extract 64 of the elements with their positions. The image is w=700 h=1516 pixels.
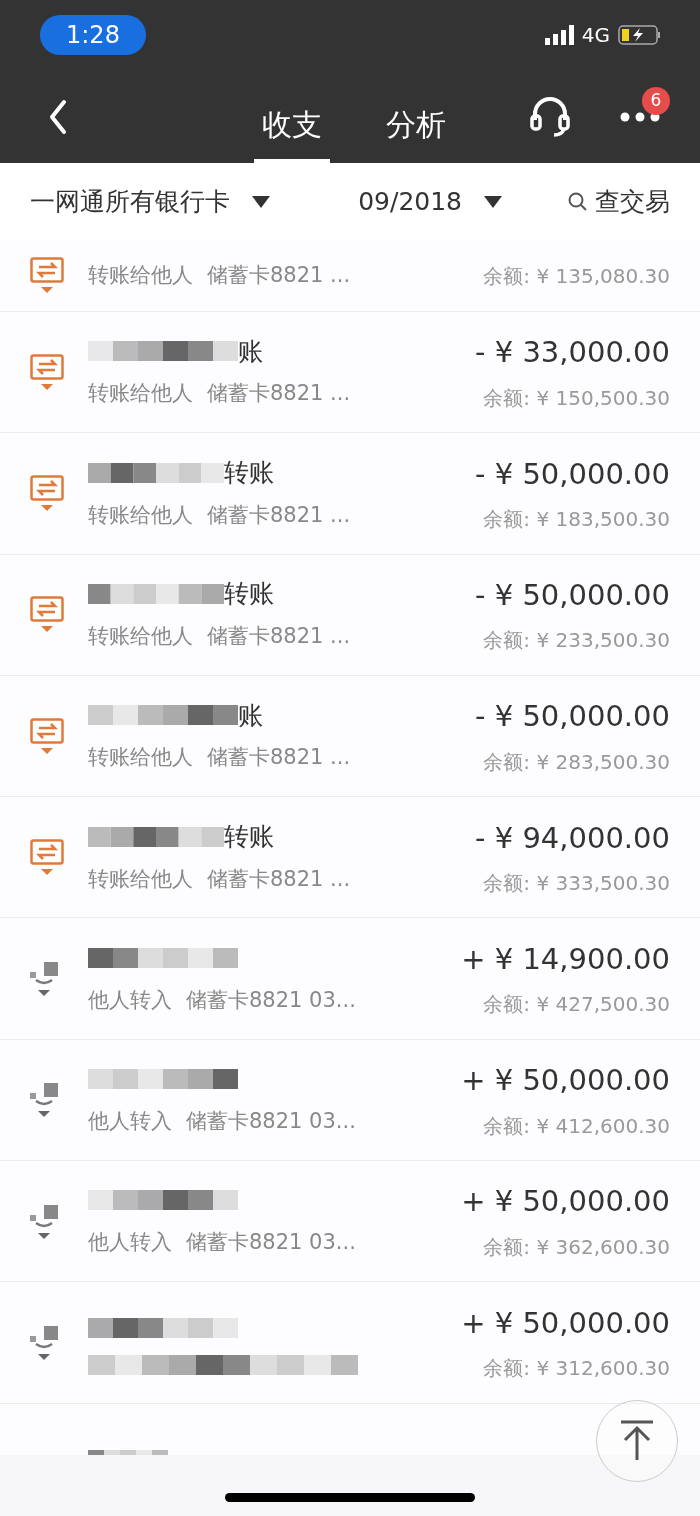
transaction-type: 他人转入 bbox=[88, 1108, 172, 1136]
transfer-icon bbox=[30, 596, 64, 634]
balance-label: 余额: ¥ 312,600.30 bbox=[483, 1355, 670, 1383]
caret-icon bbox=[252, 195, 270, 208]
balance-label: 余额: ¥ 283,500.30 bbox=[483, 748, 670, 776]
headset-icon[interactable] bbox=[530, 95, 570, 138]
transaction-amount: - ¥ 50,000.00 bbox=[475, 577, 670, 614]
search-button[interactable]: 查交易 bbox=[568, 182, 670, 221]
transaction-amount: + ¥ 14,900.00 bbox=[461, 940, 670, 978]
transaction-type: 转账给他人 bbox=[88, 261, 193, 289]
balance-label: 余额: ¥ 362,600.30 bbox=[483, 1233, 670, 1261]
balance-label: 余额: ¥ 412,600.30 bbox=[483, 1112, 670, 1140]
transaction-title: 转账 bbox=[224, 456, 274, 489]
transaction-title: 账 bbox=[238, 699, 263, 732]
transaction-title: 转账 bbox=[224, 578, 274, 611]
card-label: 储蓄卡8821 03... bbox=[186, 1108, 356, 1136]
card-label: 储蓄卡8821 ... bbox=[207, 744, 351, 772]
balance-label: 余额: ¥ 135,080.30 bbox=[483, 262, 670, 290]
transaction-type: 转账给他人 bbox=[88, 865, 193, 893]
more-icon[interactable] bbox=[620, 111, 660, 123]
transaction-amount: + ¥ 50,000.00 bbox=[461, 1183, 670, 1221]
balance-label: 余额: ¥ 233,500.30 bbox=[483, 627, 670, 655]
signal-icon bbox=[544, 25, 574, 45]
transfer-icon bbox=[30, 838, 64, 876]
transaction-title: 账 bbox=[238, 335, 263, 368]
card-label: 储蓄卡8821 ... bbox=[207, 380, 351, 408]
transaction-type: 他人转入 bbox=[88, 986, 172, 1014]
account-dropdown[interactable]: 一网通所有银行卡 bbox=[30, 182, 270, 221]
arrow-up-icon bbox=[619, 1420, 655, 1462]
transfer-icon bbox=[30, 717, 64, 755]
search-icon bbox=[568, 192, 587, 211]
transaction-amount: - ¥ 50,000.00 bbox=[475, 455, 670, 493]
transaction-amount: - ¥ 94,000.00 bbox=[475, 819, 670, 857]
balance-label: 余额: ¥ 427,500.30 bbox=[483, 991, 670, 1019]
transaction-type: 转账给他人 bbox=[88, 501, 193, 529]
transaction-amount: - ¥ 50,000.00 bbox=[475, 698, 670, 736]
card-label: 储蓄卡8821 03... bbox=[186, 986, 356, 1014]
caret-icon bbox=[484, 195, 502, 208]
card-label: 储蓄卡8821 ... bbox=[207, 261, 351, 289]
network-label: 4G bbox=[581, 22, 610, 49]
tab[interactable]: 分析 bbox=[378, 82, 454, 163]
month-dropdown[interactable]: 09/2018 bbox=[358, 182, 502, 221]
transaction-type: 转账给他人 bbox=[88, 744, 193, 772]
balance-label: 余额: ¥ 183,500.30 bbox=[483, 506, 670, 534]
transaction-amount: + ¥ 50,000.00 bbox=[461, 1062, 670, 1100]
transaction-title: 转账 bbox=[224, 820, 274, 853]
transaction-type: 他人转入 bbox=[88, 1229, 172, 1257]
battery-icon bbox=[618, 25, 660, 45]
card-label: 储蓄卡8821 03... bbox=[186, 1229, 356, 1257]
transaction-amount: + ¥ 50,000.00 bbox=[461, 1304, 670, 1342]
transaction-amount: - ¥ 33,000.00 bbox=[475, 334, 670, 372]
card-label: 储蓄卡8821 ... bbox=[207, 865, 351, 893]
transfer-icon bbox=[30, 257, 64, 294]
transfer-icon bbox=[30, 353, 64, 391]
transaction-type: 转账给他人 bbox=[88, 380, 193, 408]
balance-label: 余额: ¥ 150,500.30 bbox=[483, 384, 670, 412]
notification-badge: 6 bbox=[642, 86, 670, 115]
back-icon[interactable] bbox=[48, 98, 68, 135]
status-time: 1:28 bbox=[40, 15, 146, 55]
transfer-icon bbox=[30, 474, 64, 512]
transaction-type: 转账给他人 bbox=[88, 623, 193, 650]
card-label: 储蓄卡8821 ... bbox=[207, 623, 351, 650]
balance-label: 余额: ¥ 333,500.30 bbox=[483, 870, 670, 898]
card-label: 储蓄卡8821 ... bbox=[207, 501, 351, 529]
